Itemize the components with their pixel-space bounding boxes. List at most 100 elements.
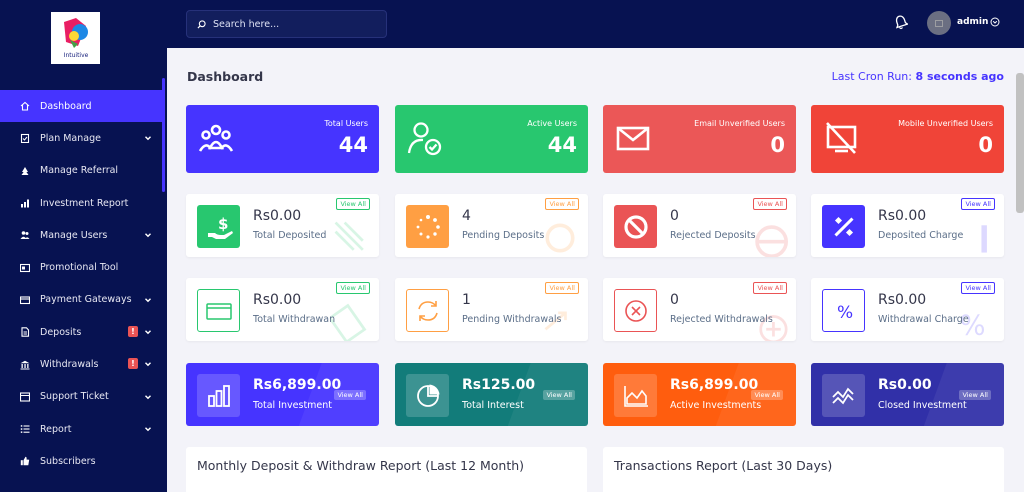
times-circle-icon	[624, 299, 647, 322]
view-all-button[interactable]: View All	[543, 390, 575, 400]
stat-card-email-unverified-users[interactable]: Email Unverified Users 0	[603, 105, 796, 173]
widget-value: Rs6,899.00	[670, 377, 759, 393]
widget-icon-box	[614, 205, 657, 248]
widget-deposited-charge: Rs0.00 Deposited Charge View All	[811, 194, 1004, 257]
sidebar-item-support-ticket[interactable]: Support Ticket	[0, 381, 165, 413]
view-all-button[interactable]: View All	[753, 282, 787, 294]
chevron-down-icon	[145, 330, 151, 335]
chart-bar-icon	[207, 384, 230, 407]
percent-icon	[833, 216, 854, 237]
sidebar-item-label: Payment Gateways	[40, 294, 132, 306]
brand-logo[interactable]: Intuitive	[51, 12, 100, 64]
cron-value: 8 seconds ago	[915, 70, 1004, 83]
envelope-icon	[616, 126, 650, 151]
widget-value: Rs0.00	[878, 377, 932, 393]
view-all-button[interactable]: View All	[336, 198, 370, 210]
users-group-icon	[198, 124, 234, 152]
widget-label: Closed Investment	[878, 400, 967, 411]
widget-value: Rs125.00	[462, 377, 536, 393]
chevron-down-icon	[145, 427, 151, 432]
view-all-button[interactable]: View All	[336, 282, 370, 294]
main-content: Dashboard Last Cron Run: 8 seconds ago T…	[167, 48, 1024, 492]
widget-pending-deposits: 4 Pending Deposits View All	[395, 194, 588, 257]
cron-label: Last Cron Run:	[831, 70, 912, 83]
alert-badge: !	[128, 326, 138, 338]
bell-icon[interactable]	[894, 14, 908, 30]
widget-value: 0	[670, 292, 679, 308]
widget-total-deposited: $ Rs0.00 Total Deposited View All	[186, 194, 379, 257]
view-all-button[interactable]: View All	[545, 282, 579, 294]
widget-icon-box	[197, 374, 240, 417]
widget-value: 4	[462, 208, 471, 224]
sidebar-item-label: Manage Referral	[40, 165, 119, 177]
bank-icon	[20, 360, 30, 370]
list-icon	[20, 424, 30, 434]
view-all-button[interactable]: View All	[334, 390, 366, 400]
stat-title: Email Unverified Users	[694, 119, 785, 128]
widget-value: Rs6,899.00	[253, 377, 342, 393]
sidebar-item-manage-users[interactable]: Manage Users	[0, 219, 165, 251]
search-box[interactable]	[186, 10, 387, 38]
chevron-down-icon	[145, 298, 151, 303]
file-invoice-icon	[20, 327, 30, 337]
sidebar-item-investment-report[interactable]: Investment Report	[0, 187, 165, 219]
sidebar-item-promotional-tool[interactable]: Promotional Tool	[0, 251, 165, 283]
chart-line-icon	[831, 387, 854, 404]
widget-icon-box	[406, 205, 449, 248]
widget-total-withdrawan: Rs0.00 Total Withdrawan View All	[186, 278, 379, 341]
stat-card-total-users[interactable]: Total Users 44	[186, 105, 379, 173]
top-header: admin	[167, 0, 1024, 48]
stat-card-active-users[interactable]: Active Users 44	[395, 105, 588, 173]
sidebar-item-label: Subscribers	[40, 455, 96, 467]
view-all-button[interactable]: View All	[753, 198, 787, 210]
spinner-icon	[416, 214, 440, 239]
sidebar-item-payment-gateways[interactable]: Payment Gateways	[0, 284, 165, 316]
sidebar-item-dashboard[interactable]: Dashboard	[0, 90, 165, 123]
avatar[interactable]	[927, 11, 951, 35]
widget-closed-investment: Rs0.00 Closed Investment View All	[811, 363, 1004, 426]
ban-icon	[623, 214, 648, 239]
stat-title: Active Users	[527, 119, 577, 128]
widget-icon-box: %	[822, 289, 865, 332]
svg-text:$: $	[218, 215, 228, 233]
stat-title: Mobile Unverified Users	[898, 119, 993, 128]
sidebar-item-plan-manage[interactable]: Plan Manage	[0, 122, 165, 154]
tree-icon	[20, 166, 30, 176]
stat-value: 0	[770, 133, 785, 157]
stat-card-mobile-unverified-users[interactable]: Mobile Unverified Users 0	[811, 105, 1004, 173]
widget-label: Rejected Deposits	[670, 230, 756, 241]
page-scrollbar[interactable]	[1016, 73, 1024, 213]
sidebar-item-withdrawals[interactable]: Withdrawals!	[0, 348, 165, 380]
card-icon	[205, 302, 232, 320]
stat-title: Total Users	[324, 119, 368, 128]
view-all-button[interactable]: View All	[545, 198, 579, 210]
widget-label: Active Investments	[670, 400, 762, 411]
username[interactable]: admin	[957, 17, 988, 27]
sidebar-item-subscribers[interactable]: Subscribers	[0, 445, 165, 477]
view-all-button[interactable]: View All	[961, 282, 995, 294]
widget-value: Rs0.00	[878, 292, 927, 308]
widget-label: Total Withdrawan	[253, 314, 336, 325]
stat-value: 0	[978, 133, 993, 157]
sidebar-item-label: Report	[40, 423, 72, 435]
sidebar-item-manage-referral[interactable]: Manage Referral	[0, 155, 165, 187]
view-all-button[interactable]: View All	[961, 198, 995, 210]
view-all-button[interactable]: View All	[751, 390, 783, 400]
user-menu-chevron-icon[interactable]	[990, 17, 1000, 27]
search-icon	[197, 19, 206, 29]
sidebar-item-label: Investment Report	[40, 197, 129, 209]
clipboard-icon	[20, 133, 30, 144]
search-input[interactable]	[213, 18, 373, 30]
sidebar-item-report[interactable]: Report	[0, 413, 165, 445]
percent-icon: %	[837, 303, 853, 323]
widget-label: Pending Deposits	[462, 230, 545, 241]
widget-icon-box: $	[197, 205, 240, 248]
sidebar-item-deposits[interactable]: Deposits!	[0, 316, 165, 348]
chart-area-icon	[623, 385, 648, 407]
logo-icon: Intuitive	[63, 18, 88, 59]
view-all-button[interactable]: View All	[959, 390, 991, 400]
sidebar-item-label: Promotional Tool	[40, 262, 119, 274]
hand-dollar-icon: $	[207, 215, 233, 239]
home-icon	[20, 101, 30, 111]
bar-chart-icon	[20, 198, 30, 208]
